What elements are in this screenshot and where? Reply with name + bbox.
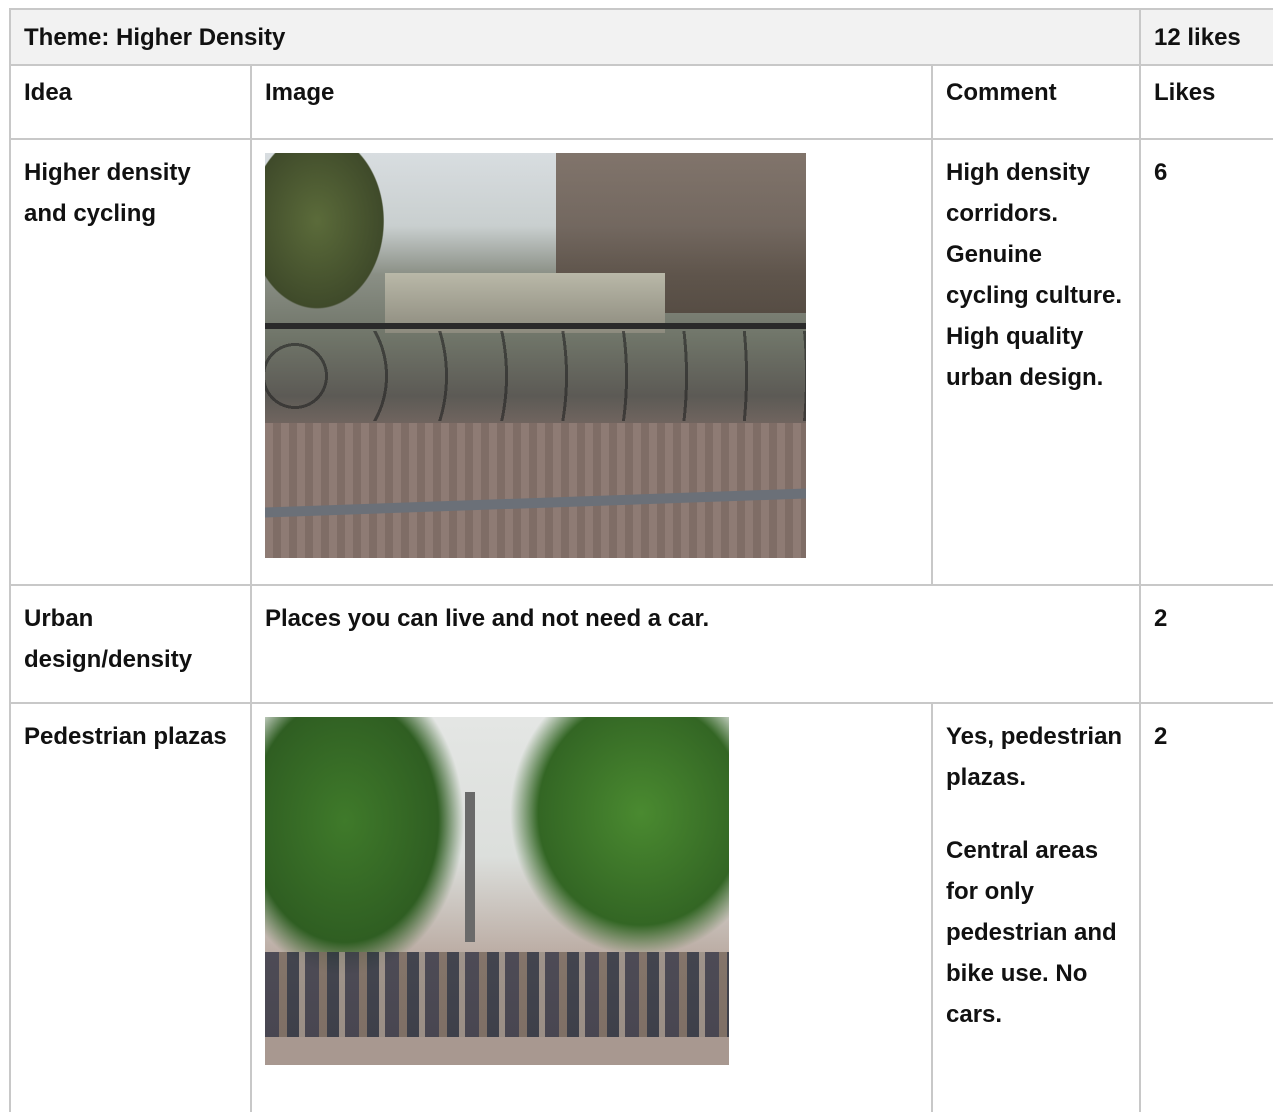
header-image: Image — [250, 64, 933, 140]
ideas-table: Theme: Higher Density 12 likes Idea Imag… — [8, 8, 1273, 1112]
header-likes: Likes — [1139, 64, 1273, 140]
comment-cell: High density corridors. Genuine cycling … — [930, 138, 1142, 586]
likes-cell: 2 — [1139, 702, 1273, 1112]
likes-cell: 6 — [1139, 138, 1273, 586]
table-row: Pedestrian plazas Yes, pedestrian plazas… — [9, 702, 1273, 1112]
comment-cell: Yes, pedestrian plazas. Central areas fo… — [930, 702, 1142, 1112]
theme-title: Theme: Higher Density — [8, 8, 1142, 66]
idea-cell: Pedestrian plazas — [9, 702, 252, 1112]
header-comment: Comment — [930, 64, 1142, 140]
comment-paragraph: Central areas for only pedestrian and bi… — [946, 837, 1117, 1028]
header-idea: Idea — [9, 64, 252, 140]
theme-likes: 12 likes — [1139, 8, 1273, 66]
idea-cell: Urban design/density — [9, 584, 252, 704]
comment-paragraph: Yes, pedestrian plazas. — [946, 723, 1123, 791]
pedestrian-plaza-photo — [265, 717, 729, 1065]
likes-cell: 2 — [1139, 584, 1273, 704]
table-row: Urban design/density Places you can live… — [9, 584, 1273, 704]
comment-cell: Places you can live and not need a car. — [249, 584, 1142, 704]
idea-cell: Higher density and cycling — [9, 138, 252, 586]
theme-row: Theme: Higher Density 12 likes — [8, 8, 1273, 66]
image-cell — [250, 138, 933, 586]
table-row: Higher density and cycling High density … — [9, 138, 1273, 586]
header-row: Idea Image Comment Likes — [9, 64, 1273, 140]
canal-bicycles-photo — [265, 153, 806, 558]
image-cell — [250, 702, 933, 1112]
